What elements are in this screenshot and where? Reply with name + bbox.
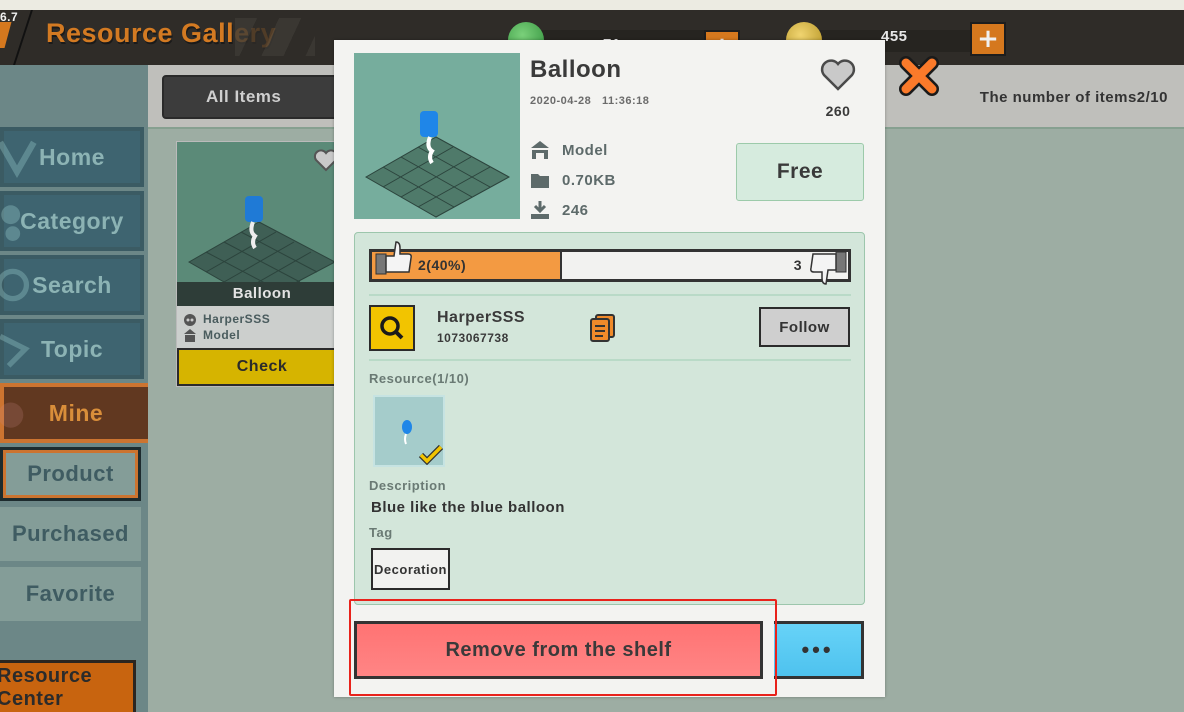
sidebar-item-category[interactable]: Category bbox=[0, 191, 144, 251]
category-icon bbox=[1, 205, 21, 241]
tag-label: Tag bbox=[369, 525, 393, 540]
sidebar-item-search[interactable]: Search bbox=[0, 255, 144, 315]
close-icon[interactable] bbox=[896, 53, 942, 99]
card-type-label: Model bbox=[203, 328, 241, 342]
sidebar-item-label: Topic bbox=[40, 335, 104, 362]
author-icon bbox=[184, 314, 196, 326]
detail-panel: 2(40%) 3 HarperSSS 1073067738 Follow Res… bbox=[354, 232, 865, 605]
header-decoration bbox=[235, 18, 315, 56]
thumbs-up-icon[interactable] bbox=[374, 238, 414, 278]
sidebar-item-label: Home bbox=[39, 143, 105, 170]
like-heart-icon[interactable] bbox=[820, 58, 856, 92]
model-icon bbox=[531, 141, 549, 159]
filter-selected: All Items bbox=[206, 87, 282, 106]
sidebar-subitem-label: Product bbox=[27, 461, 114, 486]
download-icon bbox=[531, 201, 549, 219]
sidebar-item-mine[interactable]: Mine bbox=[0, 383, 152, 443]
detail-thumbnail bbox=[354, 53, 520, 219]
home-icon bbox=[0, 140, 37, 179]
detail-downloads-label: 246 bbox=[562, 201, 589, 219]
divider bbox=[369, 359, 851, 361]
detail-timestamp: 2020-04-28 11:36:18 bbox=[530, 95, 649, 107]
filter-dropdown[interactable]: All Items ❯ bbox=[162, 75, 362, 119]
version-label: 6.7 bbox=[0, 10, 19, 24]
detail-size: 0.70KB bbox=[530, 170, 616, 190]
sidebar-subitem-purchased[interactable]: Purchased bbox=[0, 507, 141, 561]
sidebar-subitem-label: Purchased bbox=[12, 521, 129, 546]
detail-size-label: 0.70KB bbox=[562, 171, 616, 189]
price-button[interactable]: Free bbox=[736, 143, 864, 201]
sidebar-item-label: Mine bbox=[48, 399, 104, 426]
author-name: HarperSSS bbox=[437, 309, 526, 326]
like-count: 260 bbox=[825, 103, 851, 119]
description-label: Description bbox=[369, 478, 447, 493]
top-strip bbox=[0, 0, 1184, 10]
resource-thumbnail[interactable] bbox=[373, 395, 445, 467]
detail-time: 11:36:18 bbox=[601, 95, 650, 107]
card-author-name: HarperSSS bbox=[203, 312, 271, 326]
detail-type: Model bbox=[530, 140, 608, 160]
balloon-preview-icon bbox=[364, 111, 511, 218]
vote-down-count: 3 bbox=[793, 257, 802, 273]
magnifier-icon bbox=[380, 316, 404, 340]
resource-detail-modal: Balloon 2020-04-28 11:36:18 260 Model 0.… bbox=[334, 40, 885, 697]
vote-up-count: 2(40%) bbox=[418, 257, 467, 273]
resource-label: Resource(1/10) bbox=[369, 371, 470, 386]
mine-icon bbox=[0, 402, 24, 428]
search-icon bbox=[0, 268, 30, 302]
check-button[interactable]: Check bbox=[177, 348, 347, 386]
author-search-button[interactable] bbox=[369, 305, 415, 351]
sidebar-item-label: Search bbox=[32, 271, 112, 298]
logo-icon bbox=[0, 22, 12, 48]
detail-type-label: Model bbox=[562, 141, 608, 159]
thumbs-down-icon[interactable] bbox=[808, 250, 848, 290]
balloon-resource-icon bbox=[402, 420, 444, 466]
resource-center-button[interactable]: Resource Center bbox=[0, 660, 136, 712]
sidebar: Home Category Search Topic Mine Product … bbox=[0, 65, 152, 712]
folder-icon bbox=[531, 174, 549, 188]
follow-button[interactable]: Follow bbox=[759, 307, 850, 347]
divider bbox=[369, 294, 851, 296]
remove-from-shelf-button[interactable]: Remove from the shelf bbox=[354, 621, 763, 679]
card-type: Model bbox=[183, 328, 240, 342]
sidebar-subitem-product[interactable]: Product bbox=[0, 447, 141, 501]
detail-title: Balloon bbox=[530, 56, 622, 83]
model-icon bbox=[184, 329, 196, 342]
resource-card[interactable]: Balloon HarperSSS Model Check bbox=[176, 141, 347, 387]
sidebar-item-topic[interactable]: Topic bbox=[0, 319, 144, 379]
copy-icon[interactable] bbox=[589, 313, 617, 343]
card-author: HarperSSS bbox=[183, 312, 270, 326]
card-name: Balloon bbox=[177, 282, 347, 306]
topic-icon bbox=[0, 334, 30, 368]
add-coin-button[interactable]: + bbox=[970, 22, 1006, 56]
more-options-button[interactable]: ••• bbox=[774, 621, 864, 679]
tag-decoration[interactable]: Decoration bbox=[371, 548, 450, 590]
item-count-label: The number of items2/10 bbox=[979, 89, 1168, 106]
detail-downloads: 246 bbox=[530, 200, 589, 220]
detail-date: 2020-04-28 bbox=[530, 95, 592, 107]
sidebar-subitem-label: Favorite bbox=[25, 581, 116, 606]
sidebar-subitem-favorite[interactable]: Favorite bbox=[0, 567, 141, 621]
vote-bar: 2(40%) 3 bbox=[369, 241, 851, 285]
author-id: 1073067738 bbox=[437, 331, 509, 345]
description-text: Blue like the blue balloon bbox=[371, 499, 565, 516]
sidebar-item-home[interactable]: Home bbox=[0, 127, 144, 187]
